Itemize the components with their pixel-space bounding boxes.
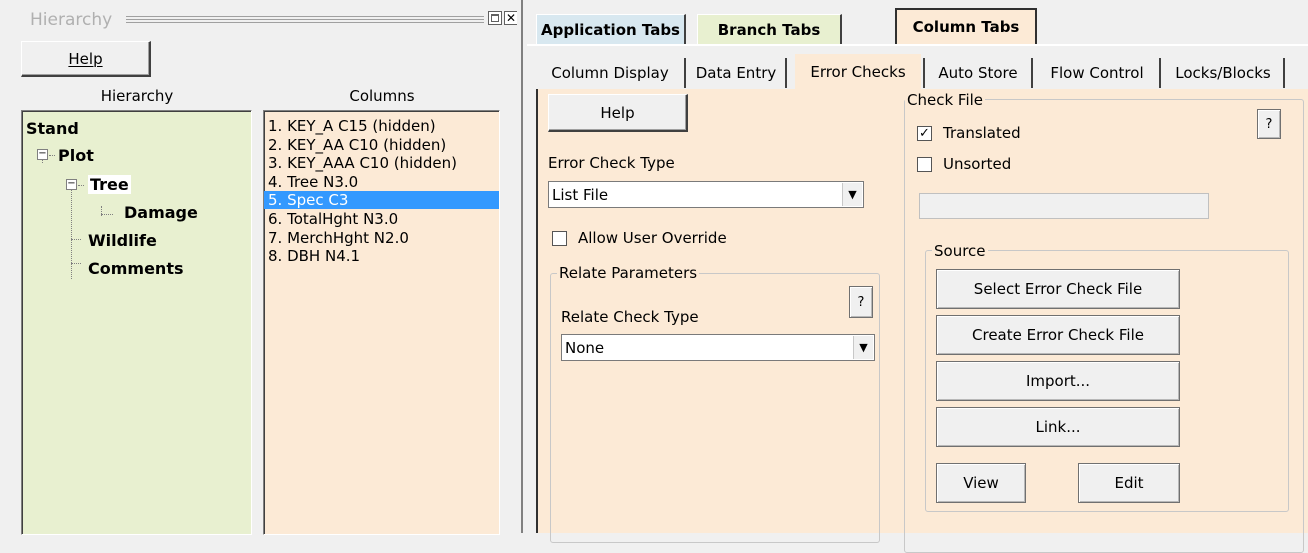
tab-column[interactable]: Column Tabs	[895, 8, 1037, 44]
tab-application[interactable]: Application Tabs	[536, 14, 686, 44]
collapse-icon[interactable]: −	[37, 149, 48, 160]
unsorted-checkbox[interactable]	[917, 157, 932, 172]
allow-user-override-checkbox[interactable]	[552, 231, 567, 246]
chevron-down-icon[interactable]: ▼	[853, 336, 873, 359]
error-checks-help-button[interactable]: Help	[548, 94, 688, 132]
column-list-item[interactable]: 8. DBH N4.1	[264, 247, 499, 265]
view-button[interactable]: View	[936, 463, 1026, 503]
translated-label: Translated	[943, 124, 1021, 142]
tree-node-wildlife[interactable]: Wildlife	[88, 231, 157, 250]
subtab-data-entry[interactable]: Data Entry	[687, 58, 787, 88]
allow-user-override-label: Allow User Override	[578, 229, 727, 247]
error-check-type-select[interactable]: List File ▼	[548, 181, 864, 208]
hierarchy-label: Hierarchy	[100, 87, 174, 105]
relate-parameters-title: Relate Parameters	[557, 264, 700, 282]
error-checks-content: Help Error Check Type List File ▼ Allow …	[536, 89, 1308, 553]
tree-node-damage[interactable]: Damage	[124, 203, 198, 222]
subtab-error-checks[interactable]: Error Checks	[795, 54, 921, 90]
columns-list: 1. KEY_A C15 (hidden) 2. KEY_AA C10 (hidd…	[264, 117, 499, 534]
tree-node-plot[interactable]: Plot	[58, 146, 94, 165]
subtab-flow-control[interactable]: Flow Control	[1035, 58, 1161, 88]
relate-check-type-select[interactable]: None ▼	[561, 334, 875, 361]
column-list-item[interactable]: 5. Spec C3	[264, 191, 499, 210]
subtab-auto-store[interactable]: Auto Store	[923, 58, 1033, 88]
close-icon[interactable]: ✕	[504, 11, 518, 25]
relate-parameters-group: Relate Parameters ? Relate Check Type No…	[550, 265, 880, 543]
columns-list-panel[interactable]: 1. KEY_A C15 (hidden) 2. KEY_AA C10 (hidd…	[263, 110, 500, 535]
relate-help-button[interactable]: ?	[849, 286, 873, 318]
column-list-item[interactable]: 7. MerchHght N2.0	[264, 229, 499, 247]
main-tab-underline	[527, 44, 1308, 46]
columns-label: Columns	[349, 87, 415, 105]
subtab-locks-blocks[interactable]: Locks/Blocks	[1163, 58, 1285, 88]
hierarchy-title-bar[interactable]: Hierarchy ✕	[30, 8, 518, 34]
splitter-bar[interactable]	[517, 0, 527, 533]
column-list-item[interactable]: 3. KEY_AAA C10 (hidden)	[264, 154, 499, 172]
source-title: Source	[932, 242, 988, 260]
hierarchy-tree-panel[interactable]: Stand − Plot − Tree Damage Wildlife Comm…	[21, 110, 252, 535]
hierarchy-window: Hierarchy ✕ Help Hierarchy Columns Stand…	[0, 0, 518, 535]
column-list-item[interactable]: 2. KEY_AA C10 (hidden)	[264, 136, 499, 154]
check-file-group: Check File ? ✓ Translated Unsorted Sourc…	[904, 92, 1304, 553]
title-grip-line-mid	[126, 19, 484, 20]
column-list-item[interactable]: 6. TotalHght N3.0	[264, 210, 499, 228]
tree-node-stand[interactable]: Stand	[26, 119, 79, 138]
tabs-panel: Application Tabs Branch Tabs Column Tabs…	[527, 0, 1308, 553]
tab-branch[interactable]: Branch Tabs	[697, 14, 842, 44]
column-list-item[interactable]: 1. KEY_A C15 (hidden)	[264, 117, 499, 135]
column-list-item[interactable]: 4. Tree N3.0	[264, 173, 499, 191]
create-error-check-file-button[interactable]: Create Error Check File	[936, 315, 1180, 355]
unsorted-label: Unsorted	[943, 155, 1012, 173]
check-file-title: Check File	[905, 91, 986, 109]
subtab-column-display[interactable]: Column Display	[536, 58, 686, 88]
hierarchy-help-button[interactable]: Help	[21, 41, 151, 77]
select-error-check-file-button[interactable]: Select Error Check File	[936, 269, 1180, 309]
check-file-help-button[interactable]: ?	[1257, 109, 1281, 139]
translated-checkbox[interactable]: ✓	[917, 126, 932, 141]
tree-node-comments[interactable]: Comments	[88, 259, 184, 278]
import-button[interactable]: Import...	[936, 361, 1180, 401]
link-button[interactable]: Link...	[936, 407, 1180, 447]
edit-button[interactable]: Edit	[1078, 463, 1180, 503]
restore-icon[interactable]	[488, 11, 502, 25]
tree-node-tree[interactable]: Tree	[88, 175, 131, 194]
relate-check-type-label: Relate Check Type	[561, 308, 699, 326]
check-file-path-field	[919, 193, 1209, 219]
chevron-down-icon[interactable]: ▼	[842, 183, 862, 206]
hierarchy-window-title: Hierarchy	[30, 10, 113, 30]
source-group: Source Select Error Check File Create Er…	[925, 243, 1289, 512]
error-check-type-label: Error Check Type	[548, 154, 675, 172]
collapse-icon[interactable]: −	[66, 179, 77, 190]
